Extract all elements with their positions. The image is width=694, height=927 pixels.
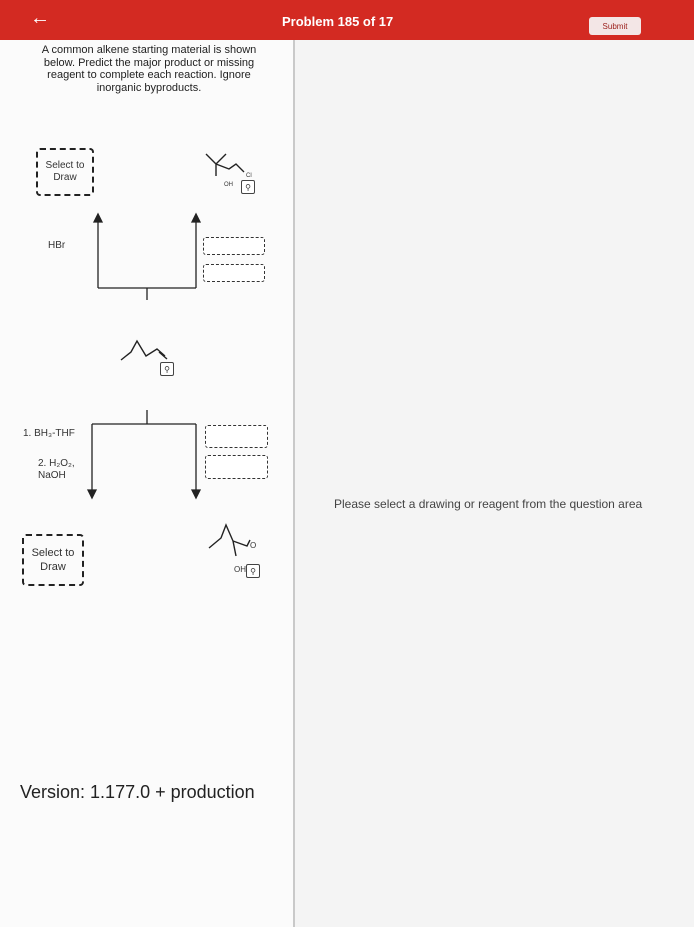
alkene-structure-2 (120, 339, 168, 361)
app-screen: ← Problem 185 of 17 Submit A common alke… (0, 0, 694, 927)
reaction-arrow-hydroboration (86, 410, 202, 500)
drawing-area-message: Please select a drawing or reagent from … (334, 497, 643, 511)
reaction-arrow-hbr (92, 212, 202, 300)
product-structure-4 (208, 523, 251, 557)
label-oh-2: OH (234, 565, 246, 574)
alkene-structure-1 (205, 153, 245, 176)
label-oh: OH (224, 182, 233, 188)
version-label: Version: 1.177.0 + production (20, 782, 255, 802)
label-cl: Cl (246, 173, 252, 179)
label-o: O (250, 541, 256, 550)
